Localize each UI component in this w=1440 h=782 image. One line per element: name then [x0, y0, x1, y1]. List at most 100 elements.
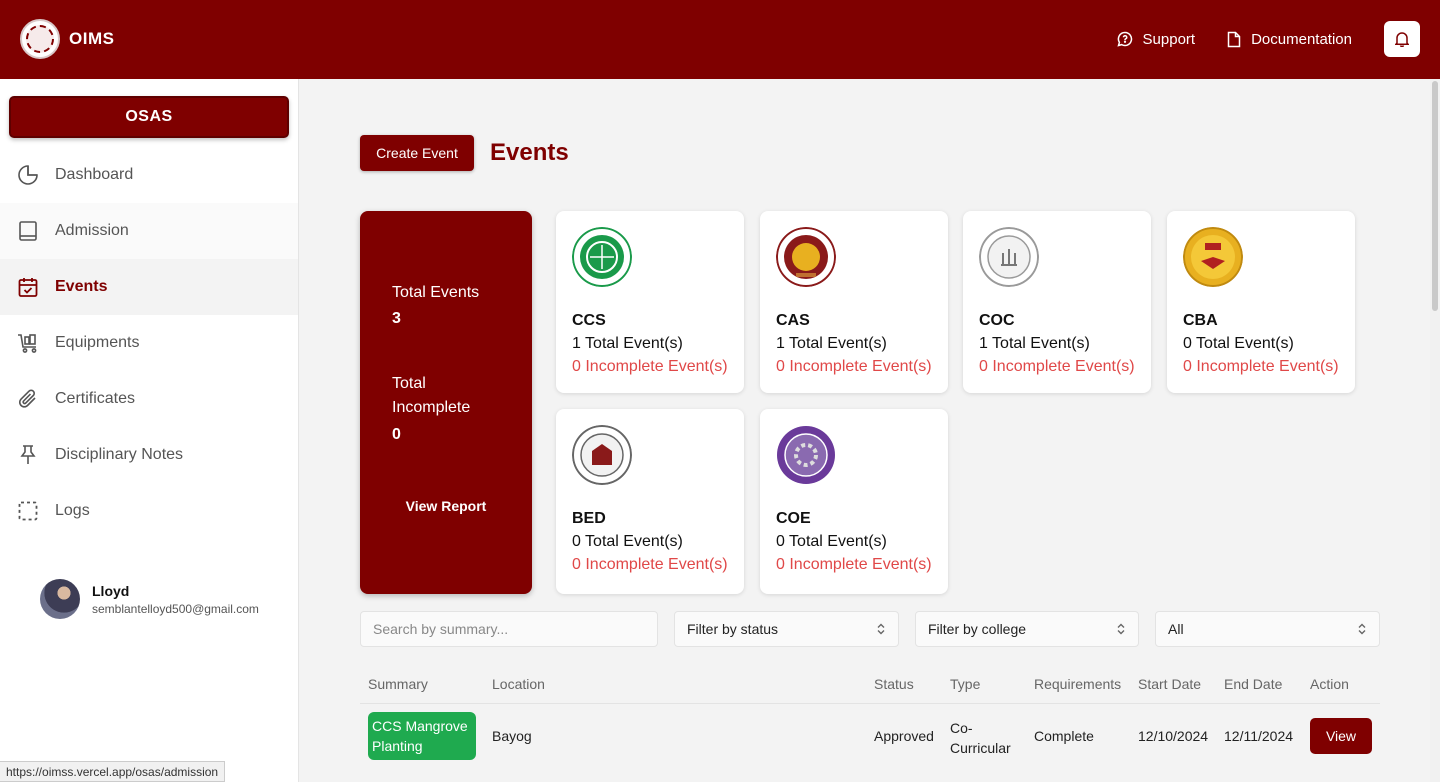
header-type[interactable]: Type [950, 676, 980, 692]
sidebar-item-label: Disciplinary Notes [55, 446, 184, 463]
college-total: 1 Total Event(s) [572, 335, 683, 352]
college-incomplete: 0 Incomplete Event(s) [979, 358, 1135, 375]
college-total: 1 Total Event(s) [979, 335, 1090, 352]
page-title: Events [490, 139, 569, 166]
college-code: CBA [1183, 312, 1218, 329]
brand[interactable]: OIMS [20, 19, 114, 59]
college-card-coe[interactable]: COE 0 Total Event(s) 0 Incomplete Event(… [760, 409, 948, 594]
status-filter-value: Filter by status [687, 621, 779, 637]
college-card-cas[interactable]: CAS 1 Total Event(s) 0 Incomplete Event(… [760, 211, 948, 393]
summary-pill: CCS Mangrove Planting [368, 712, 476, 760]
header-action: Action [1310, 676, 1349, 692]
college-incomplete: 0 Incomplete Event(s) [776, 358, 932, 375]
college-code: CAS [776, 312, 810, 329]
cba-logo [1183, 227, 1243, 287]
college-filter-select[interactable]: Filter by college [915, 611, 1139, 647]
dashed-square-icon [18, 501, 38, 521]
sidebar-item-logs[interactable]: Logs [0, 483, 298, 539]
college-code: COC [979, 312, 1015, 329]
documentation-label: Documentation [1251, 30, 1352, 48]
pie-chart-icon [18, 165, 38, 185]
status-bar-url: https://oimss.vercel.app/osas/admission [0, 761, 226, 782]
sidebar-item-label: Certificates [55, 390, 136, 407]
college-incomplete: 0 Incomplete Event(s) [1183, 358, 1339, 375]
header-status[interactable]: Status [874, 676, 914, 692]
support-label: Support [1142, 30, 1196, 48]
cell-start-date: 12/10/2024 [1138, 728, 1209, 744]
user-email: semblantelloyd500@gmail.com [92, 601, 259, 616]
top-bar: OIMS Support Documentation [0, 0, 1440, 79]
sidebar-item-equipments[interactable]: Equipments [0, 315, 298, 371]
ccs-logo [572, 227, 632, 287]
college-card-ccs[interactable]: CCS 1 Total Event(s) 0 Incomplete Event(… [556, 211, 744, 393]
app-name: OIMS [69, 29, 115, 48]
view-button[interactable]: View [1310, 718, 1372, 754]
type-filter-value: All [1168, 621, 1184, 637]
cell-location: Bayog [492, 728, 532, 744]
org-button[interactable]: OSAS [9, 96, 289, 138]
sidebar-nav: Dashboard Admission Events Equipments Ce… [0, 147, 298, 539]
cell-end-date: 12/11/2024 [1224, 728, 1294, 744]
college-card-cba[interactable]: CBA 0 Total Event(s) 0 Incomplete Event(… [1167, 211, 1355, 393]
total-incomplete-label: Total Incomplete [392, 375, 471, 416]
college-card-bed[interactable]: BED 0 Total Event(s) 0 Incomplete Event(… [556, 409, 744, 594]
avatar [40, 579, 80, 619]
college-filter-value: Filter by college [928, 621, 1027, 637]
status-filter-select[interactable]: Filter by status [674, 611, 899, 647]
create-event-button[interactable]: Create Event [360, 135, 474, 171]
header-requirements[interactable]: Requirements [1034, 676, 1121, 692]
college-code: CCS [572, 312, 606, 329]
cart-icon [18, 334, 37, 353]
college-code: COE [776, 510, 811, 527]
search-input[interactable]: Search by summary... [360, 611, 658, 647]
chevron-up-down-icon [1117, 623, 1125, 635]
sidebar-item-label: Events [55, 278, 108, 295]
cell-status: Approved [874, 728, 934, 744]
notifications-button[interactable] [1384, 21, 1420, 57]
bed-logo [572, 425, 632, 485]
table-header: Summary Location Status Type Requirement… [360, 664, 1380, 704]
sidebar-item-dashboard[interactable]: Dashboard [0, 147, 298, 203]
college-incomplete: 0 Incomplete Event(s) [572, 556, 728, 573]
college-card-coc[interactable]: COC 1 Total Event(s) 0 Incomplete Event(… [963, 211, 1151, 393]
total-events-value: 3 [392, 310, 401, 327]
sidebar-item-label: Logs [55, 502, 90, 519]
college-incomplete: 0 Incomplete Event(s) [572, 358, 728, 375]
sidebar-item-label: Admission [55, 222, 129, 239]
type-filter-select[interactable]: All [1155, 611, 1380, 647]
page-scrollbar[interactable] [1430, 79, 1440, 782]
college-total: 0 Total Event(s) [776, 533, 887, 550]
paperclip-icon [18, 389, 36, 408]
header-start-date[interactable]: Start Date [1138, 676, 1201, 692]
school-logo [20, 19, 60, 59]
sidebar-item-events[interactable]: Events [0, 259, 298, 315]
sidebar: OSAS Dashboard Admission Events Equipmen… [0, 79, 299, 782]
support-link[interactable]: Support [1116, 30, 1196, 48]
sidebar-item-label: Equipments [55, 334, 140, 351]
chevron-up-down-icon [877, 623, 885, 635]
user-name: Lloyd [92, 582, 130, 599]
sidebar-item-disciplinary-notes[interactable]: Disciplinary Notes [0, 427, 298, 483]
view-report-button[interactable]: View Report [360, 498, 532, 514]
header-location[interactable]: Location [492, 676, 545, 692]
cell-type: Co-Curricular [950, 720, 1011, 756]
college-total: 0 Total Event(s) [1183, 335, 1294, 352]
documentation-link[interactable]: Documentation [1227, 31, 1352, 48]
coe-logo [777, 426, 835, 484]
user-profile[interactable]: Lloyd semblantelloyd500@gmail.com [40, 579, 259, 619]
pin-icon [20, 445, 36, 464]
sidebar-item-label: Dashboard [55, 166, 134, 183]
total-incomplete-value: 0 [392, 426, 401, 443]
header-summary[interactable]: Summary [368, 676, 428, 692]
chevron-up-down-icon [1358, 623, 1366, 635]
coc-logo [979, 227, 1039, 287]
header-end-date[interactable]: End Date [1224, 676, 1282, 692]
sidebar-item-admission[interactable]: Admission [0, 203, 298, 259]
total-events-label: Total Events [392, 284, 480, 301]
cas-logo [776, 227, 836, 287]
sidebar-item-certificates[interactable]: Certificates [0, 371, 298, 427]
chat-help-icon [1116, 31, 1132, 47]
calendar-check-icon [18, 278, 38, 297]
college-total: 0 Total Event(s) [572, 533, 683, 550]
table-row: CCS Mangrove Planting Bayog Approved Co-… [360, 704, 1380, 768]
